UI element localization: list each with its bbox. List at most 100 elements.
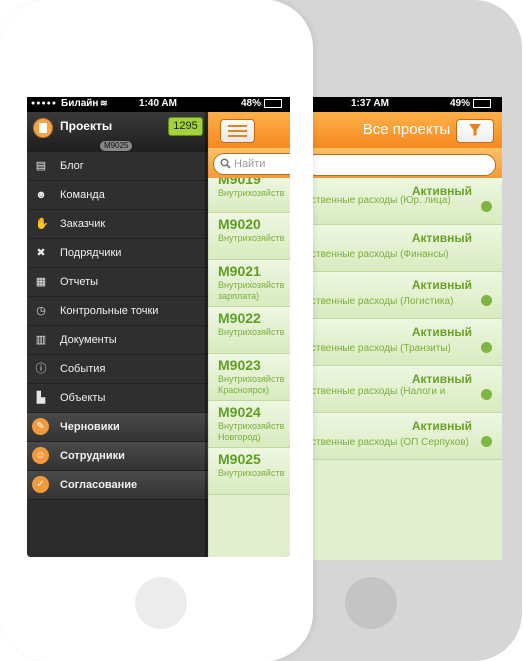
menu-header[interactable]: Проекты 1295 M9025 (27, 112, 208, 152)
menu-item-events[interactable]: ⓘ События (27, 355, 208, 384)
tools-icon: ✖ (36, 247, 46, 259)
project-code: M9021 (218, 263, 261, 279)
front-status-time: 1:40 AM (139, 98, 177, 109)
menu-item-label: События (60, 363, 106, 375)
hamburger-menu-button[interactable] (220, 119, 255, 143)
project-description: Внутрихозяйств Новгород) (218, 421, 285, 442)
signal-icon: ●●●●● (31, 100, 58, 107)
handshake-icon: ✋ (35, 218, 49, 230)
project-code: M9019 (218, 178, 261, 187)
status-badge: Активный (411, 278, 472, 292)
project-row[interactable]: M9022 Внутрихозяйств (208, 307, 290, 354)
project-row[interactable]: M9020 Внутрихозяйств (208, 213, 290, 260)
back-home-button[interactable] (345, 577, 397, 629)
back-status-battery: 49% (450, 98, 492, 109)
current-project-badge: M9025 (100, 141, 133, 151)
menu-item-label: Блог (60, 160, 84, 172)
back-status-bar: 1:37 AM 49% (311, 97, 502, 112)
projects-icon (33, 118, 53, 138)
menu-item-label: Подрядчики (60, 247, 122, 259)
front-home-button[interactable] (135, 577, 187, 629)
search-icon (220, 158, 231, 169)
funnel-icon (469, 124, 481, 136)
project-description: Внутрихозяйств зарплата) (218, 280, 285, 301)
globe-icon (481, 201, 492, 212)
battery-icon (264, 98, 283, 108)
battery-icon (473, 98, 492, 108)
back-top-bar: Все проекты (311, 112, 502, 148)
panel-top-bar (208, 112, 290, 148)
row-description: ственные расходы (Налоги и (311, 386, 446, 397)
carrier-name: Билайн (61, 98, 99, 109)
project-description: Внутрихозяйств (218, 327, 285, 337)
menu-section-approval[interactable]: ✓ Согласование (27, 471, 208, 500)
menu-item-contractors[interactable]: ✖ Подрядчики (27, 239, 208, 268)
menu-item-team[interactable]: ☻ Команда (27, 181, 208, 210)
project-description: Внутрихозяйств (218, 468, 285, 478)
project-row[interactable]: M9024 Внутрихозяйств Новгород) (208, 401, 290, 448)
front-screen: ●●●●● Билайн ≋ 1:40 AM 48% Найти M9019 В… (27, 97, 290, 557)
row-description: ственные расходы (Логистика) (311, 296, 454, 307)
back-status-time: 1:37 AM (351, 98, 389, 109)
list-item[interactable]: Активный ственные расходы (Финансы) (311, 225, 502, 272)
globe-icon (481, 436, 492, 447)
drafts-icon: ✎ (32, 418, 49, 435)
menu-section-label: Сотрудники (60, 450, 125, 462)
project-row[interactable]: M9025 Внутрихозяйств (208, 448, 290, 495)
menu-item-documents[interactable]: ▥ Документы (27, 326, 208, 355)
reports-icon: ▦ (35, 276, 47, 288)
menu-edge-shadow (205, 112, 209, 557)
project-row[interactable]: M9023 Внутрихозяйств Красноярск) (208, 354, 290, 401)
project-code: M9024 (218, 404, 261, 420)
menu-section-label: Согласование (60, 479, 138, 491)
search-input[interactable]: Найти (213, 153, 290, 175)
menu-header-title: Проекты (60, 119, 113, 133)
globe-icon (481, 389, 492, 400)
list-item[interactable]: Активный ственные расходы (ОП Серпухов) (311, 413, 502, 460)
list-item[interactable]: Активный ственные расходы (Налоги и (311, 366, 502, 413)
back-search-bar (311, 148, 502, 178)
menu-item-label: Заказчик (60, 218, 106, 230)
menu-section-label: Черновики (60, 421, 120, 433)
back-screen: 1:37 AM 49% Все проекты Активный ственны… (311, 97, 502, 560)
blog-icon: ▤ (35, 160, 47, 172)
menu-item-label: Отчеты (60, 276, 99, 288)
wifi-icon: ≋ (100, 98, 108, 108)
back-search-input[interactable] (311, 154, 496, 176)
menu-item-customer[interactable]: ✋ Заказчик (27, 210, 208, 239)
row-description: ственные расходы (ОП Серпухов) (311, 437, 469, 448)
team-icon: ☻ (35, 189, 47, 201)
project-row[interactable]: M9021 Внутрихозяйств зарплата) (208, 260, 290, 307)
project-code: M9023 (218, 357, 261, 373)
alert-icon: ⓘ (35, 363, 47, 375)
menu-item-objects[interactable]: ▙ Объекты (27, 384, 208, 413)
project-code: M9025 (218, 451, 261, 467)
status-badge: Активный (411, 419, 472, 433)
menu-item-label: Документы (60, 334, 117, 346)
front-status-bar: ●●●●● Билайн ≋ 1:40 AM 48% (27, 97, 290, 112)
filter-button[interactable] (456, 119, 494, 143)
project-description: Внутрихозяйств Красноярск) (218, 374, 285, 395)
status-badge: Активный (411, 372, 472, 386)
row-description: ственные расходы (Финансы) (311, 249, 449, 260)
menu-item-milestones[interactable]: ◷ Контрольные точки (27, 297, 208, 326)
status-badge: Активный (411, 325, 472, 339)
menu-item-reports[interactable]: ▦ Отчеты (27, 268, 208, 297)
menu-section-employees[interactable]: ☺ Сотрудники (27, 442, 208, 471)
project-row[interactable]: M9019 Внутрихозяйств (208, 178, 290, 213)
globe-icon (481, 342, 492, 353)
side-menu: Проекты 1295 M9025 ▤ Блог ☻ Команда ✋ За… (27, 112, 208, 557)
panel-search-bar: Найти (208, 148, 290, 178)
front-status-battery: 48% (241, 98, 283, 109)
menu-item-label: Контрольные точки (60, 305, 159, 317)
menu-item-blog[interactable]: ▤ Блог (27, 152, 208, 181)
list-item[interactable]: Активный ственные расходы (Логистика) (311, 272, 502, 319)
documents-icon: ▥ (35, 334, 47, 346)
row-description: ственные расходы (Транзиты) (311, 343, 451, 354)
list-item[interactable]: Активный ственные расходы (Юр. лица) (311, 178, 502, 225)
menu-section-drafts[interactable]: ✎ Черновики (27, 413, 208, 442)
list-item[interactable]: Активный ственные расходы (Транзиты) (311, 319, 502, 366)
project-description: Внутрихозяйств (218, 188, 285, 198)
clock-icon: ◷ (36, 305, 46, 317)
projects-count-badge: 1295 (168, 117, 203, 136)
